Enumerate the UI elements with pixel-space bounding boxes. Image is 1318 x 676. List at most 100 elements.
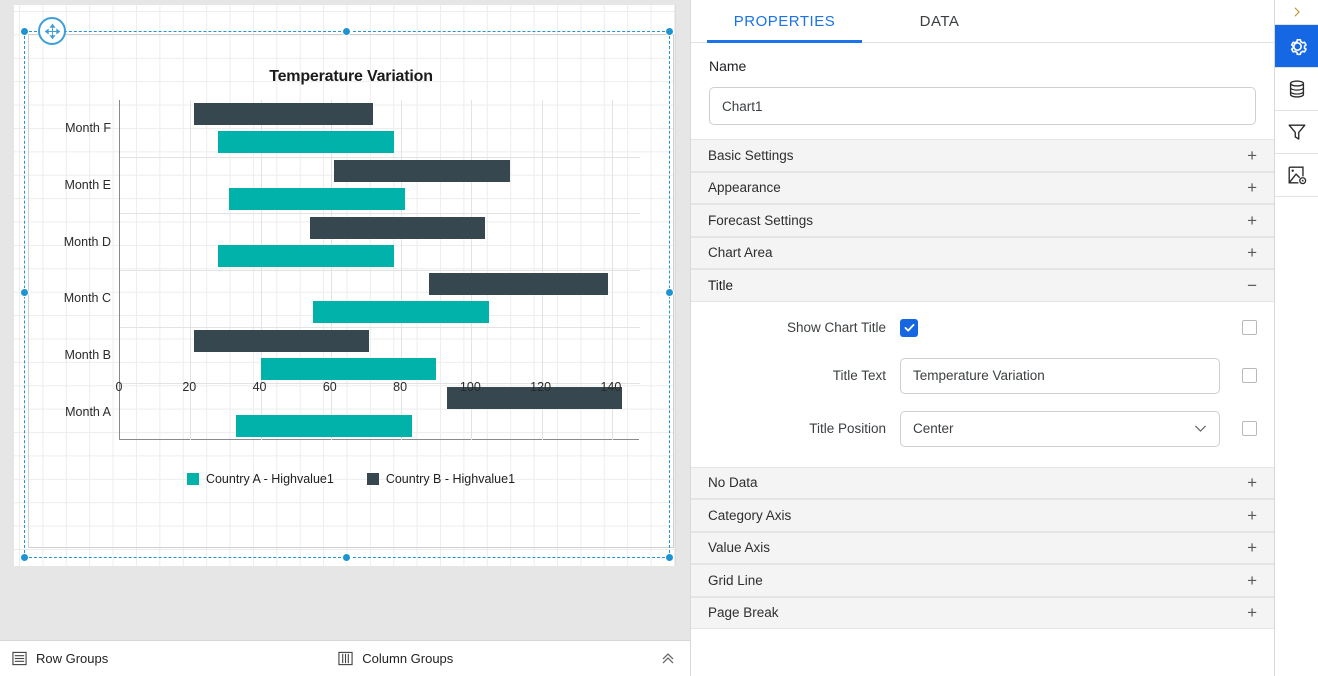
panel-tabs: PROPERTIES DATA [691, 0, 1274, 43]
selection-handle-mid-left[interactable] [20, 288, 29, 297]
collapse-groups-button[interactable] [660, 650, 676, 671]
section-basic-settings[interactable]: Basic Settings + [691, 139, 1274, 172]
rail-properties-button[interactable] [1275, 25, 1318, 68]
section-label: Value Axis [708, 540, 1247, 555]
canvas-bottom-mask [0, 566, 690, 640]
title-text-expression-checkbox[interactable] [1242, 368, 1257, 383]
column-groups-label: Column Groups [362, 651, 453, 666]
title-section-body: Show Chart Title Title Text [691, 302, 1274, 467]
name-block: Name [691, 43, 1274, 139]
right-icon-rail [1274, 0, 1318, 676]
section-toggle-icon: + [1247, 474, 1257, 491]
section-label: Grid Line [708, 573, 1247, 588]
show-chart-title-checkbox[interactable] [900, 319, 918, 337]
chart-bar [229, 188, 405, 210]
column-groups-button[interactable]: Column Groups [338, 651, 453, 666]
chart-bar [429, 273, 608, 295]
category-axis-label: Month A [65, 405, 111, 419]
rail-expand-button[interactable] [1275, 0, 1318, 25]
database-icon [1286, 78, 1308, 100]
legend-label: Country A - Highvalue1 [206, 472, 334, 486]
category-axis-label: Month B [64, 348, 111, 362]
section-toggle-icon: + [1247, 604, 1257, 621]
section-page-break[interactable]: Page Break + [691, 597, 1274, 630]
row-groups-label: Row Groups [36, 651, 108, 666]
title-position-value: Center [913, 421, 1192, 436]
chart-title: Temperature Variation [30, 68, 672, 86]
section-label: Page Break [708, 605, 1247, 620]
groups-bar: Row Groups Column Groups [0, 640, 690, 676]
title-position-expression-checkbox[interactable] [1242, 421, 1257, 436]
chart-bar [236, 415, 412, 437]
chevron-down-icon [1192, 420, 1209, 437]
section-title[interactable]: Title − [691, 269, 1274, 302]
section-no-data[interactable]: No Data + [691, 467, 1274, 500]
title-position-select[interactable]: Center [900, 411, 1220, 447]
properties-panel: PROPERTIES DATA Name Basic Settings + Ap… [690, 0, 1274, 676]
grid-line-horizontal [120, 327, 640, 328]
rail-image-settings-button[interactable] [1275, 154, 1318, 197]
legend-swatch [187, 473, 199, 485]
row-groups-button[interactable]: Row Groups [12, 651, 108, 666]
section-label: Appearance [708, 180, 1247, 195]
chart-plot-area: Month FMonth EMonth DMonth CMonth BMonth… [119, 100, 639, 440]
section-category-axis[interactable]: Category Axis + [691, 499, 1274, 532]
section-toggle-icon: + [1247, 212, 1257, 229]
section-value-axis[interactable]: Value Axis + [691, 532, 1274, 565]
category-axis-label: Month D [64, 235, 111, 249]
section-label: Forecast Settings [708, 213, 1247, 228]
row-groups-icon [12, 651, 27, 666]
category-axis-label: Month F [65, 121, 111, 135]
chevron-double-up-icon [660, 650, 676, 666]
move-handle[interactable] [38, 17, 66, 45]
section-chart-area[interactable]: Chart Area + [691, 237, 1274, 270]
legend-swatch [367, 473, 379, 485]
selection-handle-top-left[interactable] [20, 27, 29, 36]
chart-preview[interactable]: Temperature Variation Month FMonth EMont… [30, 36, 672, 544]
show-chart-title-expression-checkbox[interactable] [1242, 320, 1257, 335]
report-designer-surface[interactable]: Temperature Variation Month FMonth EMont… [0, 0, 690, 676]
title-text-input[interactable] [900, 358, 1220, 394]
selection-handle-bottom-left[interactable] [20, 553, 29, 562]
tab-data[interactable]: DATA [862, 0, 1017, 42]
section-toggle-icon: − [1247, 277, 1257, 294]
rail-data-button[interactable] [1275, 68, 1318, 111]
chart-bar [334, 160, 510, 182]
value-axis-tick-label: 0 [116, 380, 123, 394]
section-appearance[interactable]: Appearance + [691, 172, 1274, 205]
show-chart-title-label: Show Chart Title [708, 320, 900, 335]
section-label: Category Axis [708, 508, 1247, 523]
filter-funnel-icon [1286, 121, 1308, 143]
selection-handle-top-center[interactable] [342, 27, 351, 36]
section-forecast-settings[interactable]: Forecast Settings + [691, 204, 1274, 237]
tab-properties[interactable]: PROPERTIES [707, 0, 862, 42]
rail-filter-button[interactable] [1275, 111, 1318, 154]
value-axis-tick-label: 140 [600, 380, 621, 394]
section-label: Chart Area [708, 245, 1247, 260]
legend-label: Country B - Highvalue1 [386, 472, 515, 486]
chart-bar [194, 103, 373, 125]
chart-legend: Country A - Highvalue1 Country B - Highva… [30, 472, 672, 486]
row-show-chart-title: Show Chart Title [708, 315, 1257, 341]
section-toggle-icon: + [1247, 147, 1257, 164]
grid-line-horizontal [120, 270, 640, 271]
chart-bar [194, 330, 370, 352]
value-axis-tick-label: 20 [182, 380, 196, 394]
title-position-label: Title Position [708, 421, 900, 436]
chart-bar [313, 301, 489, 323]
row-title-position: Title Position Center [708, 411, 1257, 447]
section-toggle-icon: + [1247, 507, 1257, 524]
chart-name-input[interactable] [709, 87, 1256, 125]
selection-handle-mid-right[interactable] [665, 288, 674, 297]
value-axis-tick-label: 100 [460, 380, 481, 394]
chart-bar [218, 245, 394, 267]
grid-line-horizontal [120, 383, 640, 384]
name-label: Name [709, 58, 1256, 74]
category-axis-label: Month C [64, 291, 111, 305]
section-grid-line[interactable]: Grid Line + [691, 564, 1274, 597]
selection-handle-bottom-right[interactable] [665, 553, 674, 562]
selection-handle-top-right[interactable] [665, 27, 674, 36]
legend-item: Country A - Highvalue1 [187, 472, 334, 486]
selection-handle-bottom-center[interactable] [342, 553, 351, 562]
section-toggle-icon: + [1247, 179, 1257, 196]
